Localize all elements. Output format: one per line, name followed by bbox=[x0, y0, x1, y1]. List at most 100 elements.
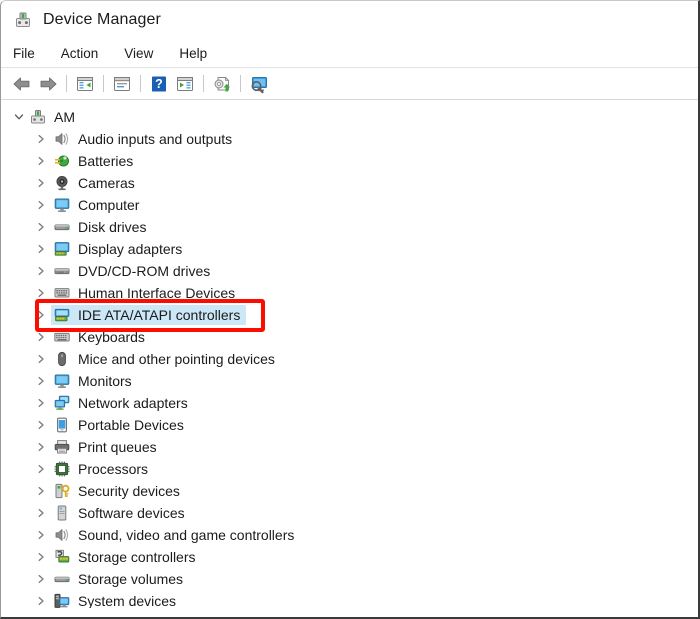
show-hide-console-tree-icon[interactable] bbox=[72, 72, 98, 96]
properties-icon[interactable] bbox=[109, 72, 135, 96]
keyboard-icon bbox=[53, 328, 71, 346]
scan-for-hardware-changes-icon[interactable] bbox=[172, 72, 198, 96]
chevron-right-icon[interactable] bbox=[33, 263, 49, 279]
chevron-right-icon[interactable] bbox=[33, 439, 49, 455]
chevron-right-icon[interactable] bbox=[33, 527, 49, 543]
toolbar-divider-5 bbox=[240, 75, 241, 92]
chevron-right-icon[interactable] bbox=[33, 373, 49, 389]
device-manager-window: Device Manager File Action View Help ? A… bbox=[0, 0, 700, 619]
portable-device-icon bbox=[53, 416, 71, 434]
tree-item-human-interface-devices[interactable]: Human Interface Devices bbox=[1, 282, 698, 304]
toolbar: ? bbox=[1, 68, 698, 99]
update-driver-icon[interactable] bbox=[209, 72, 235, 96]
tree-item-computer[interactable]: Computer bbox=[1, 194, 698, 216]
tree-root-item[interactable]: AM bbox=[1, 106, 698, 128]
speaker-icon bbox=[53, 526, 71, 544]
chevron-down-icon[interactable] bbox=[11, 109, 27, 125]
chevron-right-icon[interactable] bbox=[33, 483, 49, 499]
chevron-right-icon[interactable] bbox=[33, 175, 49, 191]
chevron-right-icon[interactable] bbox=[33, 593, 49, 608]
tree-item-audio-inputs-and-outputs[interactable]: Audio inputs and outputs bbox=[1, 128, 698, 150]
chevron-right-icon[interactable] bbox=[33, 131, 49, 147]
tree-item-label: Storage controllers bbox=[78, 549, 196, 565]
tree-item-content: System devices bbox=[51, 591, 182, 608]
chevron-right-icon[interactable] bbox=[33, 285, 49, 301]
tree-item-portable-devices[interactable]: Portable Devices bbox=[1, 414, 698, 436]
ide-controller-icon bbox=[53, 306, 71, 324]
chevron-right-icon[interactable] bbox=[33, 197, 49, 213]
menu-view[interactable]: View bbox=[124, 46, 153, 61]
chevron-right-icon[interactable] bbox=[33, 219, 49, 235]
tree-item-label: Print queues bbox=[78, 439, 157, 455]
toolbar-divider-2 bbox=[103, 75, 104, 92]
menu-help[interactable]: Help bbox=[179, 46, 207, 61]
tree-item-system-devices[interactable]: System devices bbox=[1, 590, 698, 608]
tree-item-label: DVD/CD-ROM drives bbox=[78, 263, 211, 279]
tree-item-cameras[interactable]: Cameras bbox=[1, 172, 698, 194]
tree-item-storage-volumes[interactable]: Storage volumes bbox=[1, 568, 698, 590]
tree-item-security-devices[interactable]: Security devices bbox=[1, 480, 698, 502]
tree-item-storage-controllers[interactable]: Storage controllers bbox=[1, 546, 698, 568]
tree-item-content: Security devices bbox=[51, 481, 186, 501]
tree-item-content: Software devices bbox=[51, 503, 191, 523]
tree-item-label: Security devices bbox=[78, 483, 180, 499]
computer-root-icon bbox=[29, 108, 47, 126]
toolbar-divider-3 bbox=[140, 75, 141, 92]
title-bar: Device Manager bbox=[1, 1, 698, 39]
tree-item-label: Audio inputs and outputs bbox=[78, 131, 233, 147]
chevron-right-icon[interactable] bbox=[33, 461, 49, 477]
chevron-right-icon[interactable] bbox=[33, 571, 49, 587]
tree-item-label: Disk drives bbox=[78, 219, 147, 235]
tree-item-label: Cameras bbox=[78, 175, 135, 191]
tree-item-batteries[interactable]: Batteries bbox=[1, 150, 698, 172]
tree-item-content: Display adapters bbox=[51, 239, 188, 259]
mouse-icon bbox=[53, 350, 71, 368]
tree-item-dvd-cd-rom-drives[interactable]: DVD/CD-ROM drives bbox=[1, 260, 698, 282]
chevron-right-icon[interactable] bbox=[33, 329, 49, 345]
toolbar-divider-4 bbox=[203, 75, 204, 92]
tree-item-content: Keyboards bbox=[51, 327, 151, 347]
monitor-icon bbox=[53, 196, 71, 214]
display-devices-icon[interactable] bbox=[246, 72, 272, 96]
chevron-right-icon[interactable] bbox=[33, 241, 49, 257]
tree-item-monitors[interactable]: Monitors bbox=[1, 370, 698, 392]
tree-item-processors[interactable]: Processors bbox=[1, 458, 698, 480]
menu-action[interactable]: Action bbox=[61, 46, 99, 61]
help-icon[interactable]: ? bbox=[146, 72, 172, 96]
tree-item-software-devices[interactable]: Software devices bbox=[1, 502, 698, 524]
forward-arrow-icon[interactable] bbox=[35, 72, 61, 96]
tree-item-network-adapters[interactable]: Network adapters bbox=[1, 392, 698, 414]
chevron-right-icon[interactable] bbox=[33, 395, 49, 411]
disk-drive-icon bbox=[53, 218, 71, 236]
tree-item-mice-and-other-pointing-devices[interactable]: Mice and other pointing devices bbox=[1, 348, 698, 370]
chevron-right-icon[interactable] bbox=[33, 307, 49, 323]
tree-item-keyboards[interactable]: Keyboards bbox=[1, 326, 698, 348]
chevron-right-icon[interactable] bbox=[33, 549, 49, 565]
tree-item-label: Mice and other pointing devices bbox=[78, 351, 275, 367]
tree-item-label: Monitors bbox=[78, 373, 132, 389]
menu-file[interactable]: File bbox=[13, 46, 35, 61]
chevron-right-icon[interactable] bbox=[33, 417, 49, 433]
system-device-icon bbox=[53, 592, 71, 608]
back-arrow-icon[interactable] bbox=[9, 72, 35, 96]
chevron-right-icon[interactable] bbox=[33, 351, 49, 367]
tree-item-ide-ata-atapi-controllers[interactable]: IDE ATA/ATAPI controllers bbox=[1, 304, 698, 326]
display-adapter-icon bbox=[53, 240, 71, 258]
tree-item-label: Batteries bbox=[78, 153, 134, 169]
security-device-icon bbox=[53, 482, 71, 500]
speaker-icon bbox=[53, 130, 71, 148]
tree-item-display-adapters[interactable]: Display adapters bbox=[1, 238, 698, 260]
tree-item-content: Audio inputs and outputs bbox=[51, 129, 238, 149]
window-title: Device Manager bbox=[43, 11, 161, 28]
printer-icon bbox=[53, 438, 71, 456]
chevron-right-icon[interactable] bbox=[33, 153, 49, 169]
chevron-right-icon[interactable] bbox=[33, 505, 49, 521]
device-tree[interactable]: AM Audio inputs and outputs Batteries Came… bbox=[1, 100, 698, 608]
tree-item-sound-video-and-game-controllers[interactable]: Sound, video and game controllers bbox=[1, 524, 698, 546]
tree-item-print-queues[interactable]: Print queues bbox=[1, 436, 698, 458]
tree-item-content: Processors bbox=[51, 459, 154, 479]
tree-item-disk-drives[interactable]: Disk drives bbox=[1, 216, 698, 238]
toolbar-divider-1 bbox=[66, 75, 67, 92]
tree-item-label: Portable Devices bbox=[78, 417, 184, 433]
device-manager-icon bbox=[13, 10, 33, 30]
